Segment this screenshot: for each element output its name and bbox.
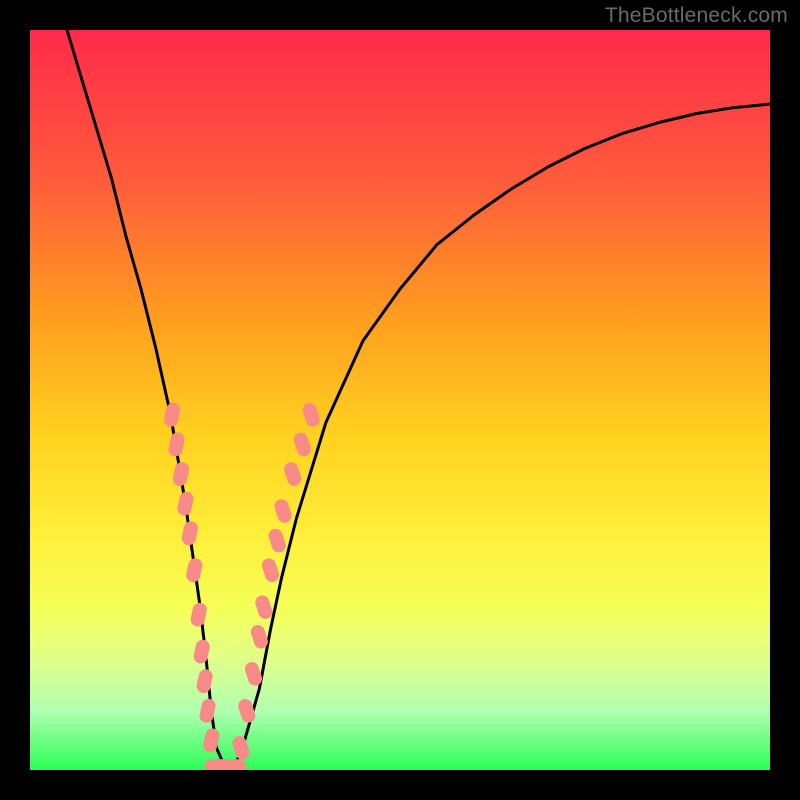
marker-left-descent: [192, 638, 211, 664]
marker-left-descent: [195, 668, 214, 694]
marker-left-descent: [198, 698, 217, 724]
marker-left-descent: [176, 490, 195, 516]
watermark-text: TheBottleneck.com: [605, 4, 788, 28]
marker-valley: [222, 759, 246, 770]
marker-right-ascent: [267, 527, 288, 554]
chart-frame: TheBottleneck.com: [0, 0, 800, 800]
marker-right-ascent: [260, 557, 281, 584]
marker-left-descent: [180, 520, 199, 546]
marker-right-ascent: [282, 460, 303, 487]
marker-right-ascent: [231, 734, 252, 761]
marker-right-ascent: [273, 497, 294, 524]
curve-svg: [30, 30, 770, 770]
marker-left-descent: [172, 461, 191, 487]
marker-right-ascent: [292, 431, 313, 458]
marker-left-descent: [163, 402, 182, 428]
bottleneck-curve: [67, 30, 770, 770]
plot-area: [30, 30, 770, 770]
marker-right-ascent: [253, 594, 274, 621]
marker-left-descent: [167, 431, 186, 457]
marker-right-ascent: [236, 697, 257, 724]
marker-right-ascent: [301, 401, 322, 428]
plot-inner: [30, 30, 770, 770]
marker-left-descent: [189, 601, 208, 627]
marker-left-descent: [185, 557, 204, 583]
